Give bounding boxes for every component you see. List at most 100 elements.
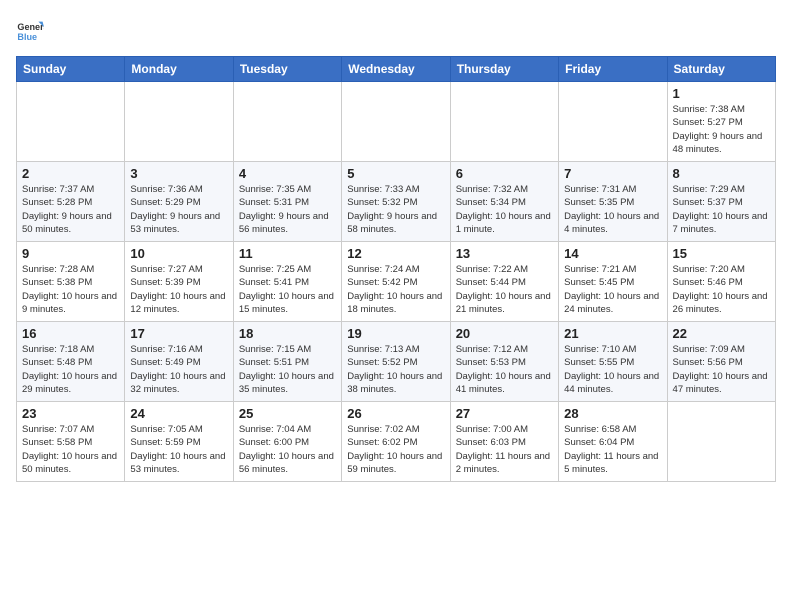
- day-cell: [667, 402, 775, 482]
- day-cell: 6Sunrise: 7:32 AM Sunset: 5:34 PM Daylig…: [450, 162, 558, 242]
- day-info: Sunrise: 7:21 AM Sunset: 5:45 PM Dayligh…: [564, 263, 661, 316]
- day-info: Sunrise: 7:16 AM Sunset: 5:49 PM Dayligh…: [130, 343, 227, 396]
- day-cell: 18 Sunrise: 7:15 AM Sunset: 5:51 PM Dayli…: [233, 322, 341, 402]
- day-cell: 16 Sunrise: 7:18 AM Sunset: 5:48 PM Dayli…: [17, 322, 125, 402]
- day-info: Sunrise: 7:27 AM Sunset: 5:39 PM Dayligh…: [130, 263, 227, 316]
- calendar-table: SundayMondayTuesdayWednesdayThursdayFrid…: [16, 56, 776, 482]
- day-cell: 13 Sunrise: 7:22 AM Sunset: 5:44 PM Dayli…: [450, 242, 558, 322]
- day-info: Sunrise: 7:15 AM Sunset: 5:51 PM Dayligh…: [239, 343, 336, 396]
- day-cell: 22 Sunrise: 7:09 AM Sunset: 5:56 PM Dayli…: [667, 322, 775, 402]
- calendar-body: 1Sunrise: 7:38 AM Sunset: 5:27 PM Daylig…: [17, 82, 776, 482]
- weekday-saturday: Saturday: [667, 57, 775, 82]
- day-info: Sunrise: 7:00 AM Sunset: 6:03 PM Dayligh…: [456, 423, 553, 476]
- day-cell: 23 Sunrise: 7:07 AM Sunset: 5:58 PM Dayli…: [17, 402, 125, 482]
- day-info: Sunrise: 7:33 AM Sunset: 5:32 PM Dayligh…: [347, 183, 444, 236]
- day-number: 14: [564, 246, 661, 261]
- day-cell: 3 Sunrise: 7:36 AM Sunset: 5:29 PM Daylig…: [125, 162, 233, 242]
- weekday-sunday: Sunday: [17, 57, 125, 82]
- day-cell: [450, 82, 558, 162]
- day-number: 9: [22, 246, 119, 261]
- week-row-4: 16 Sunrise: 7:18 AM Sunset: 5:48 PM Dayli…: [17, 322, 776, 402]
- weekday-thursday: Thursday: [450, 57, 558, 82]
- svg-text:Blue: Blue: [17, 32, 37, 42]
- logo: General Blue: [16, 16, 48, 44]
- day-number: 18: [239, 326, 336, 341]
- day-number: 27: [456, 406, 553, 421]
- day-cell: 7 Sunrise: 7:31 AM Sunset: 5:35 PM Daylig…: [559, 162, 667, 242]
- day-cell: 15 Sunrise: 7:20 AM Sunset: 5:46 PM Dayli…: [667, 242, 775, 322]
- day-number: 5: [347, 166, 444, 181]
- day-cell: 12 Sunrise: 7:24 AM Sunset: 5:42 PM Dayli…: [342, 242, 450, 322]
- day-cell: 4 Sunrise: 7:35 AM Sunset: 5:31 PM Daylig…: [233, 162, 341, 242]
- day-number: 8: [673, 166, 770, 181]
- day-cell: 28Sunrise: 6:58 AM Sunset: 6:04 PM Dayli…: [559, 402, 667, 482]
- day-number: 25: [239, 406, 336, 421]
- day-number: 20: [456, 326, 553, 341]
- day-cell: 10Sunrise: 7:27 AM Sunset: 5:39 PM Dayli…: [125, 242, 233, 322]
- day-info: Sunrise: 7:35 AM Sunset: 5:31 PM Dayligh…: [239, 183, 336, 236]
- svg-text:General: General: [17, 22, 44, 32]
- day-number: 12: [347, 246, 444, 261]
- day-number: 4: [239, 166, 336, 181]
- day-cell: 5 Sunrise: 7:33 AM Sunset: 5:32 PM Daylig…: [342, 162, 450, 242]
- day-info: Sunrise: 7:38 AM Sunset: 5:27 PM Dayligh…: [673, 103, 770, 156]
- day-cell: 14 Sunrise: 7:21 AM Sunset: 5:45 PM Dayli…: [559, 242, 667, 322]
- day-number: 26: [347, 406, 444, 421]
- day-info: Sunrise: 7:22 AM Sunset: 5:44 PM Dayligh…: [456, 263, 553, 316]
- day-number: 23: [22, 406, 119, 421]
- day-cell: [342, 82, 450, 162]
- day-info: Sunrise: 7:37 AM Sunset: 5:28 PM Dayligh…: [22, 183, 119, 236]
- day-number: 11: [239, 246, 336, 261]
- week-row-2: 2 Sunrise: 7:37 AM Sunset: 5:28 PM Daylig…: [17, 162, 776, 242]
- day-info: Sunrise: 7:36 AM Sunset: 5:29 PM Dayligh…: [130, 183, 227, 236]
- day-info: Sunrise: 7:24 AM Sunset: 5:42 PM Dayligh…: [347, 263, 444, 316]
- day-cell: 17 Sunrise: 7:16 AM Sunset: 5:49 PM Dayli…: [125, 322, 233, 402]
- day-cell: 24 Sunrise: 7:05 AM Sunset: 5:59 PM Dayli…: [125, 402, 233, 482]
- day-cell: 11 Sunrise: 7:25 AM Sunset: 5:41 PM Dayli…: [233, 242, 341, 322]
- day-number: 28: [564, 406, 661, 421]
- day-info: Sunrise: 7:12 AM Sunset: 5:53 PM Dayligh…: [456, 343, 553, 396]
- day-number: 15: [673, 246, 770, 261]
- day-info: Sunrise: 7:09 AM Sunset: 5:56 PM Dayligh…: [673, 343, 770, 396]
- day-cell: 27 Sunrise: 7:00 AM Sunset: 6:03 PM Dayli…: [450, 402, 558, 482]
- day-number: 13: [456, 246, 553, 261]
- day-info: Sunrise: 7:25 AM Sunset: 5:41 PM Dayligh…: [239, 263, 336, 316]
- weekday-friday: Friday: [559, 57, 667, 82]
- day-cell: 2 Sunrise: 7:37 AM Sunset: 5:28 PM Daylig…: [17, 162, 125, 242]
- weekday-monday: Monday: [125, 57, 233, 82]
- day-cell: [17, 82, 125, 162]
- day-number: 3: [130, 166, 227, 181]
- week-row-1: 1Sunrise: 7:38 AM Sunset: 5:27 PM Daylig…: [17, 82, 776, 162]
- day-info: Sunrise: 7:07 AM Sunset: 5:58 PM Dayligh…: [22, 423, 119, 476]
- week-row-5: 23 Sunrise: 7:07 AM Sunset: 5:58 PM Dayli…: [17, 402, 776, 482]
- day-number: 22: [673, 326, 770, 341]
- logo-icon: General Blue: [16, 16, 44, 44]
- day-info: Sunrise: 7:31 AM Sunset: 5:35 PM Dayligh…: [564, 183, 661, 236]
- day-number: 24: [130, 406, 227, 421]
- day-info: Sunrise: 7:20 AM Sunset: 5:46 PM Dayligh…: [673, 263, 770, 316]
- day-info: Sunrise: 7:05 AM Sunset: 5:59 PM Dayligh…: [130, 423, 227, 476]
- day-info: Sunrise: 7:18 AM Sunset: 5:48 PM Dayligh…: [22, 343, 119, 396]
- day-number: 7: [564, 166, 661, 181]
- weekday-header-row: SundayMondayTuesdayWednesdayThursdayFrid…: [17, 57, 776, 82]
- day-cell: 9 Sunrise: 7:28 AM Sunset: 5:38 PM Daylig…: [17, 242, 125, 322]
- day-number: 16: [22, 326, 119, 341]
- day-info: Sunrise: 7:29 AM Sunset: 5:37 PM Dayligh…: [673, 183, 770, 236]
- page-header: General Blue: [16, 16, 776, 44]
- day-cell: 25 Sunrise: 7:04 AM Sunset: 6:00 PM Dayli…: [233, 402, 341, 482]
- weekday-tuesday: Tuesday: [233, 57, 341, 82]
- day-number: 2: [22, 166, 119, 181]
- week-row-3: 9 Sunrise: 7:28 AM Sunset: 5:38 PM Daylig…: [17, 242, 776, 322]
- weekday-wednesday: Wednesday: [342, 57, 450, 82]
- day-cell: 21Sunrise: 7:10 AM Sunset: 5:55 PM Dayli…: [559, 322, 667, 402]
- day-number: 21: [564, 326, 661, 341]
- day-cell: 19Sunrise: 7:13 AM Sunset: 5:52 PM Dayli…: [342, 322, 450, 402]
- day-cell: [125, 82, 233, 162]
- day-number: 19: [347, 326, 444, 341]
- day-info: Sunrise: 7:28 AM Sunset: 5:38 PM Dayligh…: [22, 263, 119, 316]
- day-cell: 1Sunrise: 7:38 AM Sunset: 5:27 PM Daylig…: [667, 82, 775, 162]
- day-info: Sunrise: 7:32 AM Sunset: 5:34 PM Dayligh…: [456, 183, 553, 236]
- day-info: Sunrise: 7:04 AM Sunset: 6:00 PM Dayligh…: [239, 423, 336, 476]
- day-number: 17: [130, 326, 227, 341]
- day-cell: 20 Sunrise: 7:12 AM Sunset: 5:53 PM Dayli…: [450, 322, 558, 402]
